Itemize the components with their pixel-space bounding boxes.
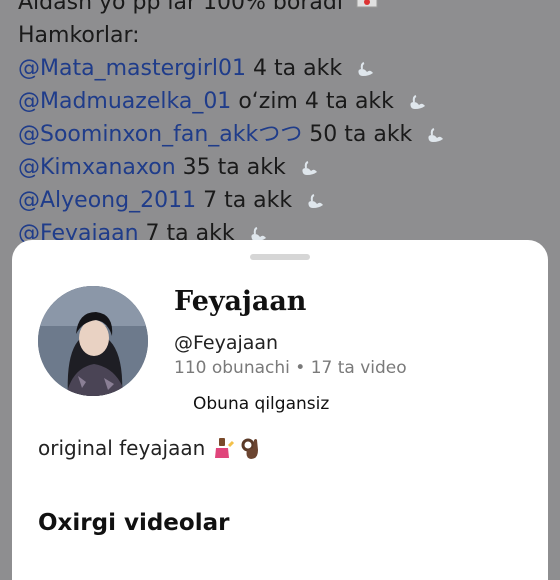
post-line-1-text: Aldash yo pp lar 100% boradi — [18, 0, 343, 15]
swan-icon — [410, 95, 425, 109]
partner-mention[interactable]: @Mata_mastergirl01 — [18, 56, 246, 81]
swan-icon — [302, 161, 317, 175]
partner-count: 7 ta akk — [203, 188, 293, 213]
partner-count: 50 ta akk — [309, 122, 413, 147]
partner-line: @Madmuazelka_01 o‘zim 4 ta akk — [18, 85, 560, 118]
profile-username: @Feyajaan — [174, 332, 279, 354]
ok-hand-icon — [241, 438, 259, 459]
swan-icon — [358, 62, 374, 76]
envelope-icon — [356, 0, 378, 19]
partner-mention[interactable]: @Kimxanaxon — [18, 155, 176, 180]
swan-icon — [428, 128, 444, 142]
partner-count: 4 ta akk — [253, 56, 343, 81]
partner-mention[interactable]: @Madmuazelka_01 — [18, 89, 231, 114]
partner-mention[interactable]: @Soominxon_fan_akkつつ — [18, 122, 302, 147]
partner-count: o‘zim 4 ta akk — [238, 89, 394, 114]
partner-line: @Alyeong_2011 7 ta akk — [18, 184, 560, 217]
profile-stats: 110 obunachi • 17 ta video — [174, 358, 407, 378]
profile-bottom-sheet: Feyajaan @Feyajaan 110 obunachi • 17 ta … — [12, 240, 548, 580]
swan-icon — [308, 194, 324, 208]
profile-bio: original feyajaan — [38, 436, 261, 460]
bio-text: original feyajaan — [38, 436, 206, 460]
post-line-2: Hamkorlar: — [18, 23, 140, 48]
partner-line: @Soominxon_fan_akkつつ 50 ta akk — [18, 118, 560, 151]
nail-polish-icon — [215, 438, 235, 458]
post-line-1: Aldash yo pp lar 100% boradi — [18, 0, 560, 19]
background-post: Aldash yo pp lar 100% boradi Hamkorlar: … — [0, 0, 560, 250]
recent-videos-title: Oxirgi videolar — [38, 510, 230, 536]
partner-line: @Mata_mastergirl01 4 ta akk — [18, 52, 560, 85]
partner-line: @Kimxanaxon 35 ta akk — [18, 151, 560, 184]
partner-mention[interactable]: @Alyeong_2011 — [18, 188, 196, 213]
avatar[interactable] — [38, 286, 148, 396]
sheet-drag-handle[interactable] — [250, 254, 310, 260]
follow-status-button[interactable]: Obuna qilgansiz — [193, 394, 329, 414]
partner-count: 35 ta akk — [182, 155, 286, 180]
profile-name: Feyajaan — [174, 286, 307, 317]
